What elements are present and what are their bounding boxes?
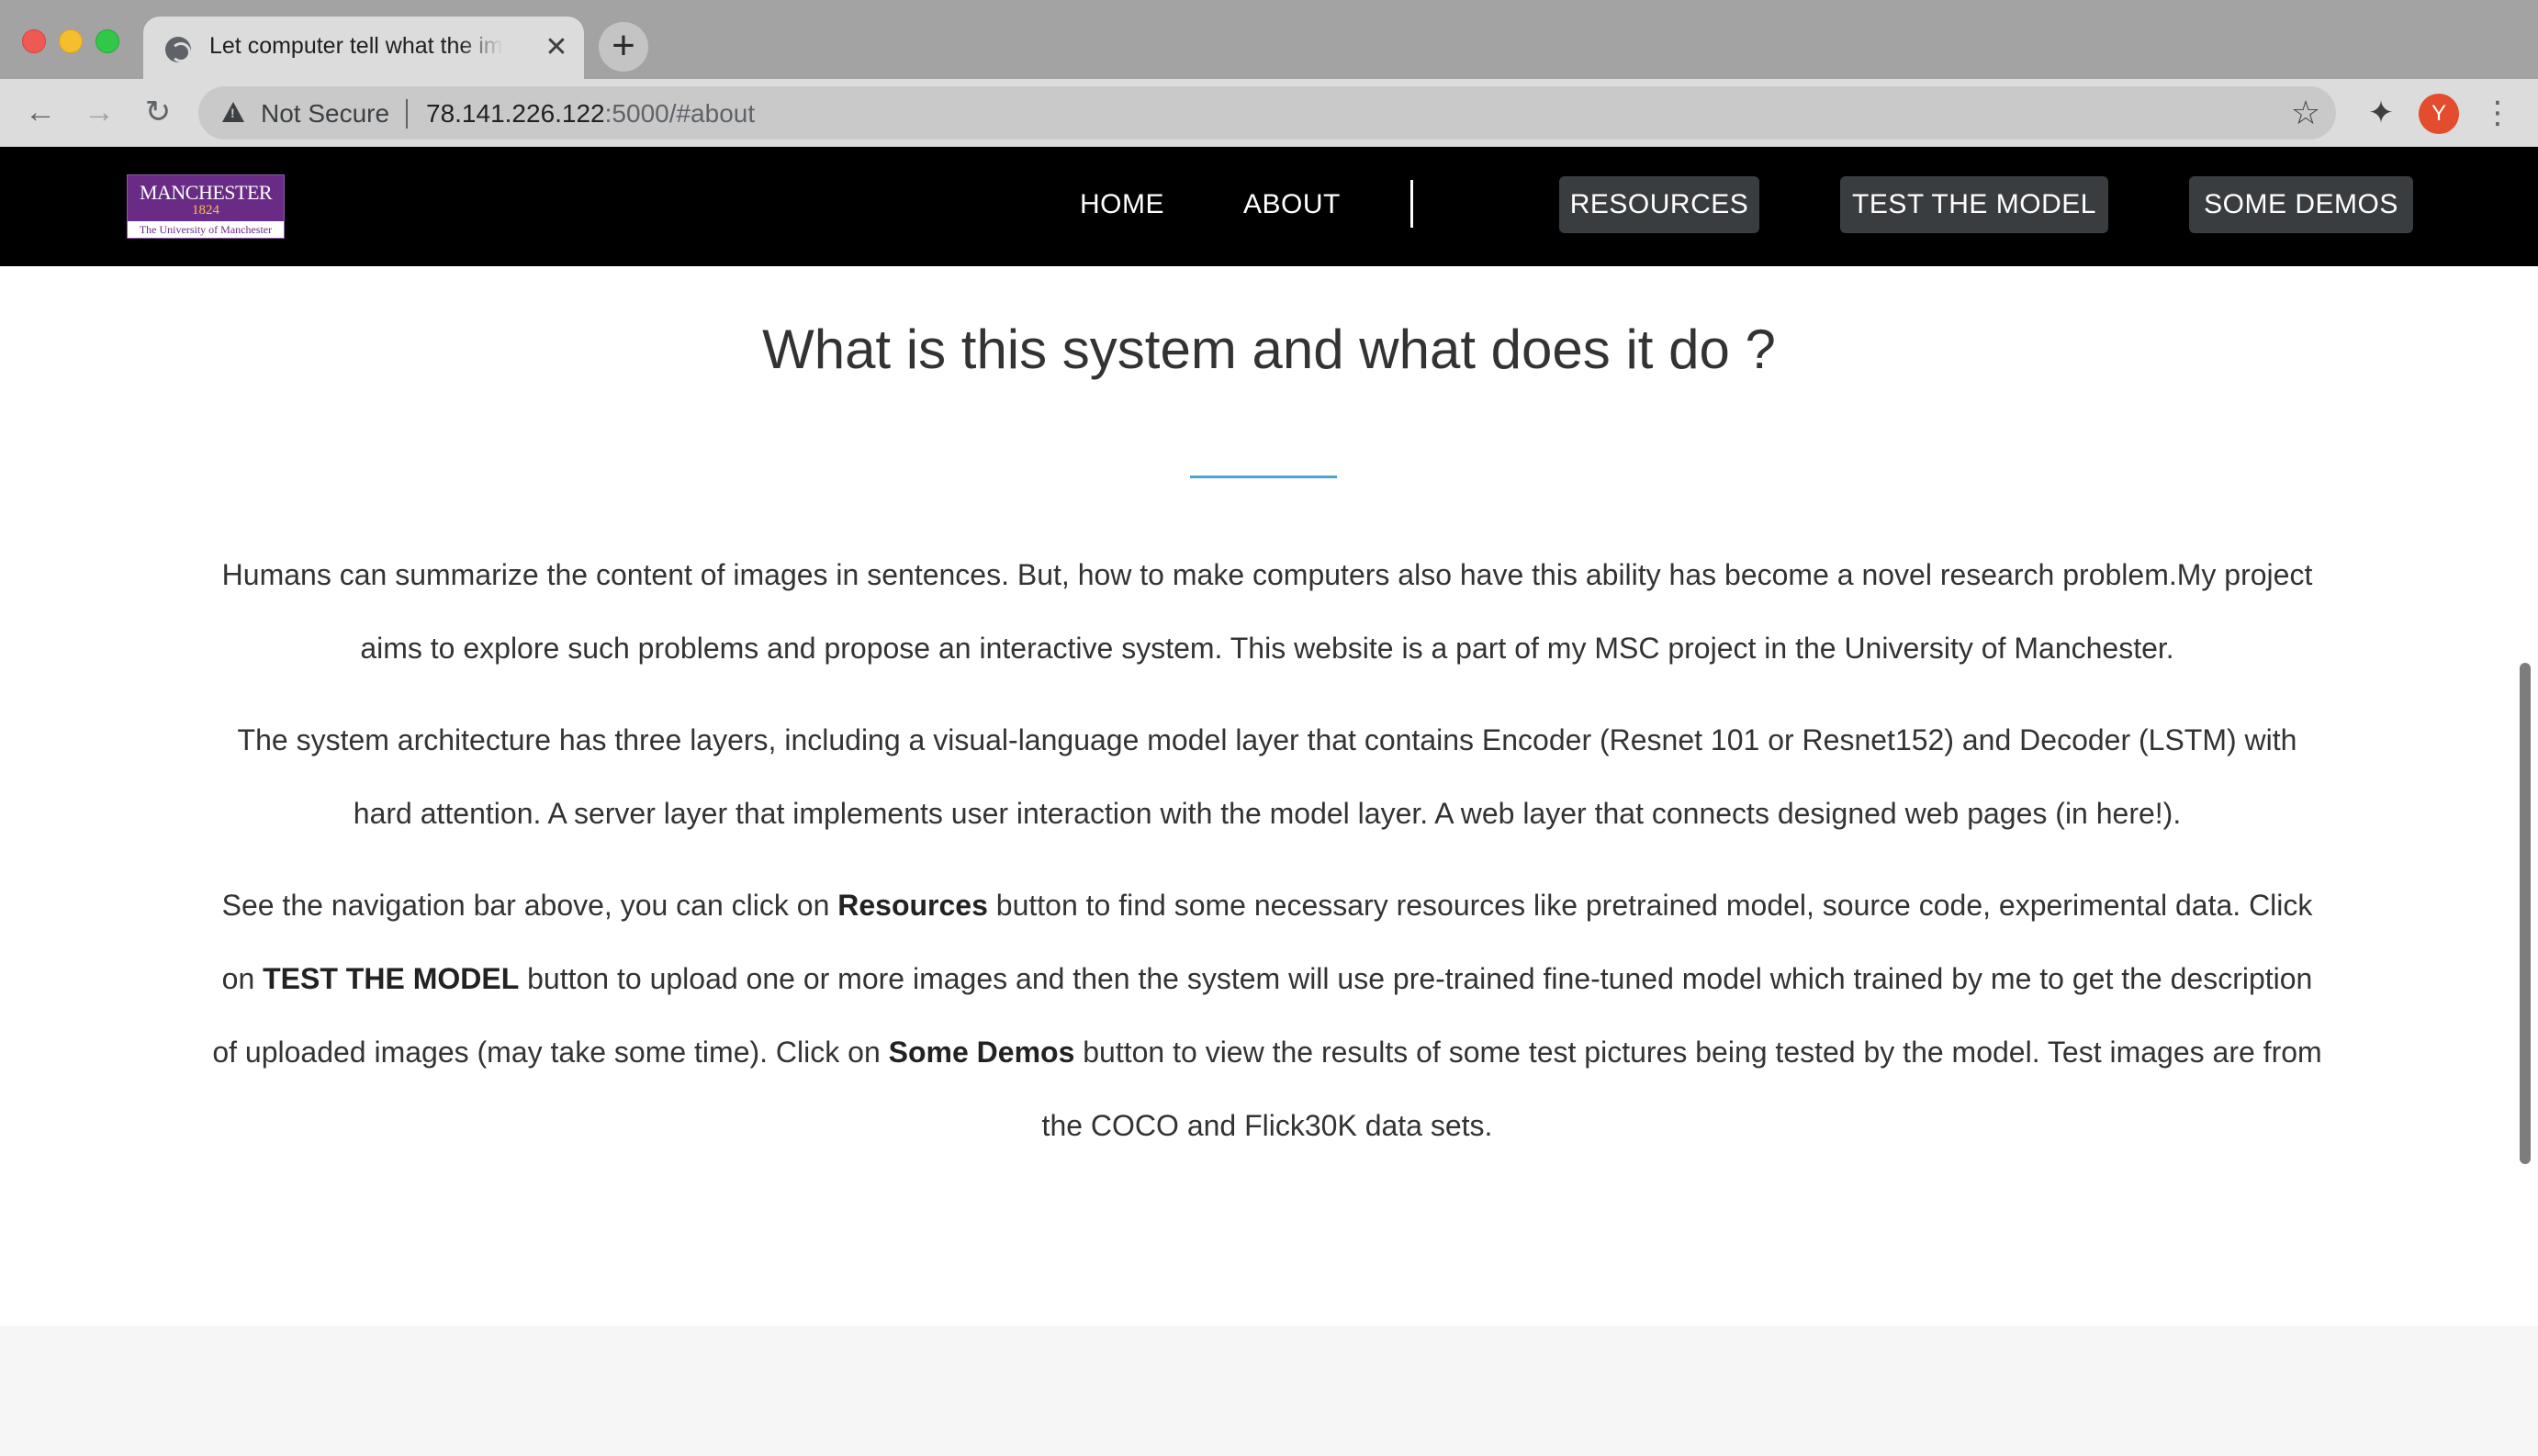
about-section: What is this system and what does it do … [0,266,2538,1326]
url-path: :5000/#about [604,99,756,128]
logo-year: 1824 [192,203,219,218]
browser-toolbar: ← → ↻ Not Secure 78.141.226.122:5000/#ab… [0,79,2538,147]
site-navbar: MANCHESTER 1824 The University of Manche… [0,147,2538,266]
some-demos-bold-text: Some Demos [888,1036,1075,1069]
university-logo[interactable]: MANCHESTER 1824 The University of Manche… [127,174,285,239]
footer-band [0,1326,2538,1456]
reload-icon[interactable]: ↻ [134,88,182,136]
title-underline [1190,476,1337,478]
profile-avatar[interactable]: Y [2419,94,2459,134]
about-paragraph-1: Humans can summarize the content of imag… [221,558,2313,665]
security-label[interactable]: Not Secure [261,99,389,129]
page-title: What is this system and what does it do … [762,319,1776,380]
test-the-model-bold-text: TEST THE MODEL [263,962,520,995]
nav-link-home[interactable]: HOME [1080,189,1164,220]
browser-tab-active[interactable]: Let computer tell what the image ✕ [143,17,584,79]
tab-close-icon[interactable]: ✕ [538,29,575,66]
extensions-puzzle-icon[interactable]: ✦ [2360,92,2402,134]
test-the-model-button[interactable]: TEST THE MODEL [1840,176,2108,233]
url-text[interactable]: 78.141.226.122:5000/#about [426,99,755,129]
globe-icon [165,37,191,62]
some-demos-button[interactable]: SOME DEMOS [2189,176,2413,233]
nav-link-about[interactable]: ABOUT [1243,189,1341,220]
resources-bold-text: Resources [837,889,988,922]
url-host: 78.141.226.122 [426,99,605,128]
maximize-window-button[interactable] [95,29,119,53]
browser-menu-icon[interactable]: ⋮ [2479,92,2516,134]
paragraph-3-text-1: See the navigation bar above, you can cl… [221,889,838,922]
forward-arrow-icon[interactable]: → [75,88,123,136]
address-bar[interactable]: Not Secure 78.141.226.122:5000/#about ☆ [198,86,2336,140]
warning-icon[interactable] [222,102,244,122]
nav-divider [1410,180,1413,228]
tab-title: Let computer tell what the image [209,33,503,59]
new-tab-button[interactable]: + [599,22,648,72]
close-window-button[interactable] [22,29,46,53]
address-separator [406,99,408,129]
back-arrow-icon[interactable]: ← [17,88,64,136]
logo-name: MANCHESTER [139,181,273,204]
about-paragraph-2: The system architecture has three layers… [237,723,2297,830]
bookmark-star-icon[interactable]: ☆ [2285,92,2327,134]
resources-button[interactable]: RESOURCES [1559,176,1759,233]
logo-subtitle: The University of Manchester [128,221,284,238]
page-scrollbar[interactable] [2520,663,2531,1164]
about-paragraph-3: See the navigation bar above, you can cl… [211,868,2323,1162]
paragraph-3-text-4: button to view the results of some test … [1041,1036,2322,1142]
minimize-window-button[interactable] [59,29,83,53]
browser-tab-strip: Let computer tell what the image ✕ + [0,0,2538,79]
